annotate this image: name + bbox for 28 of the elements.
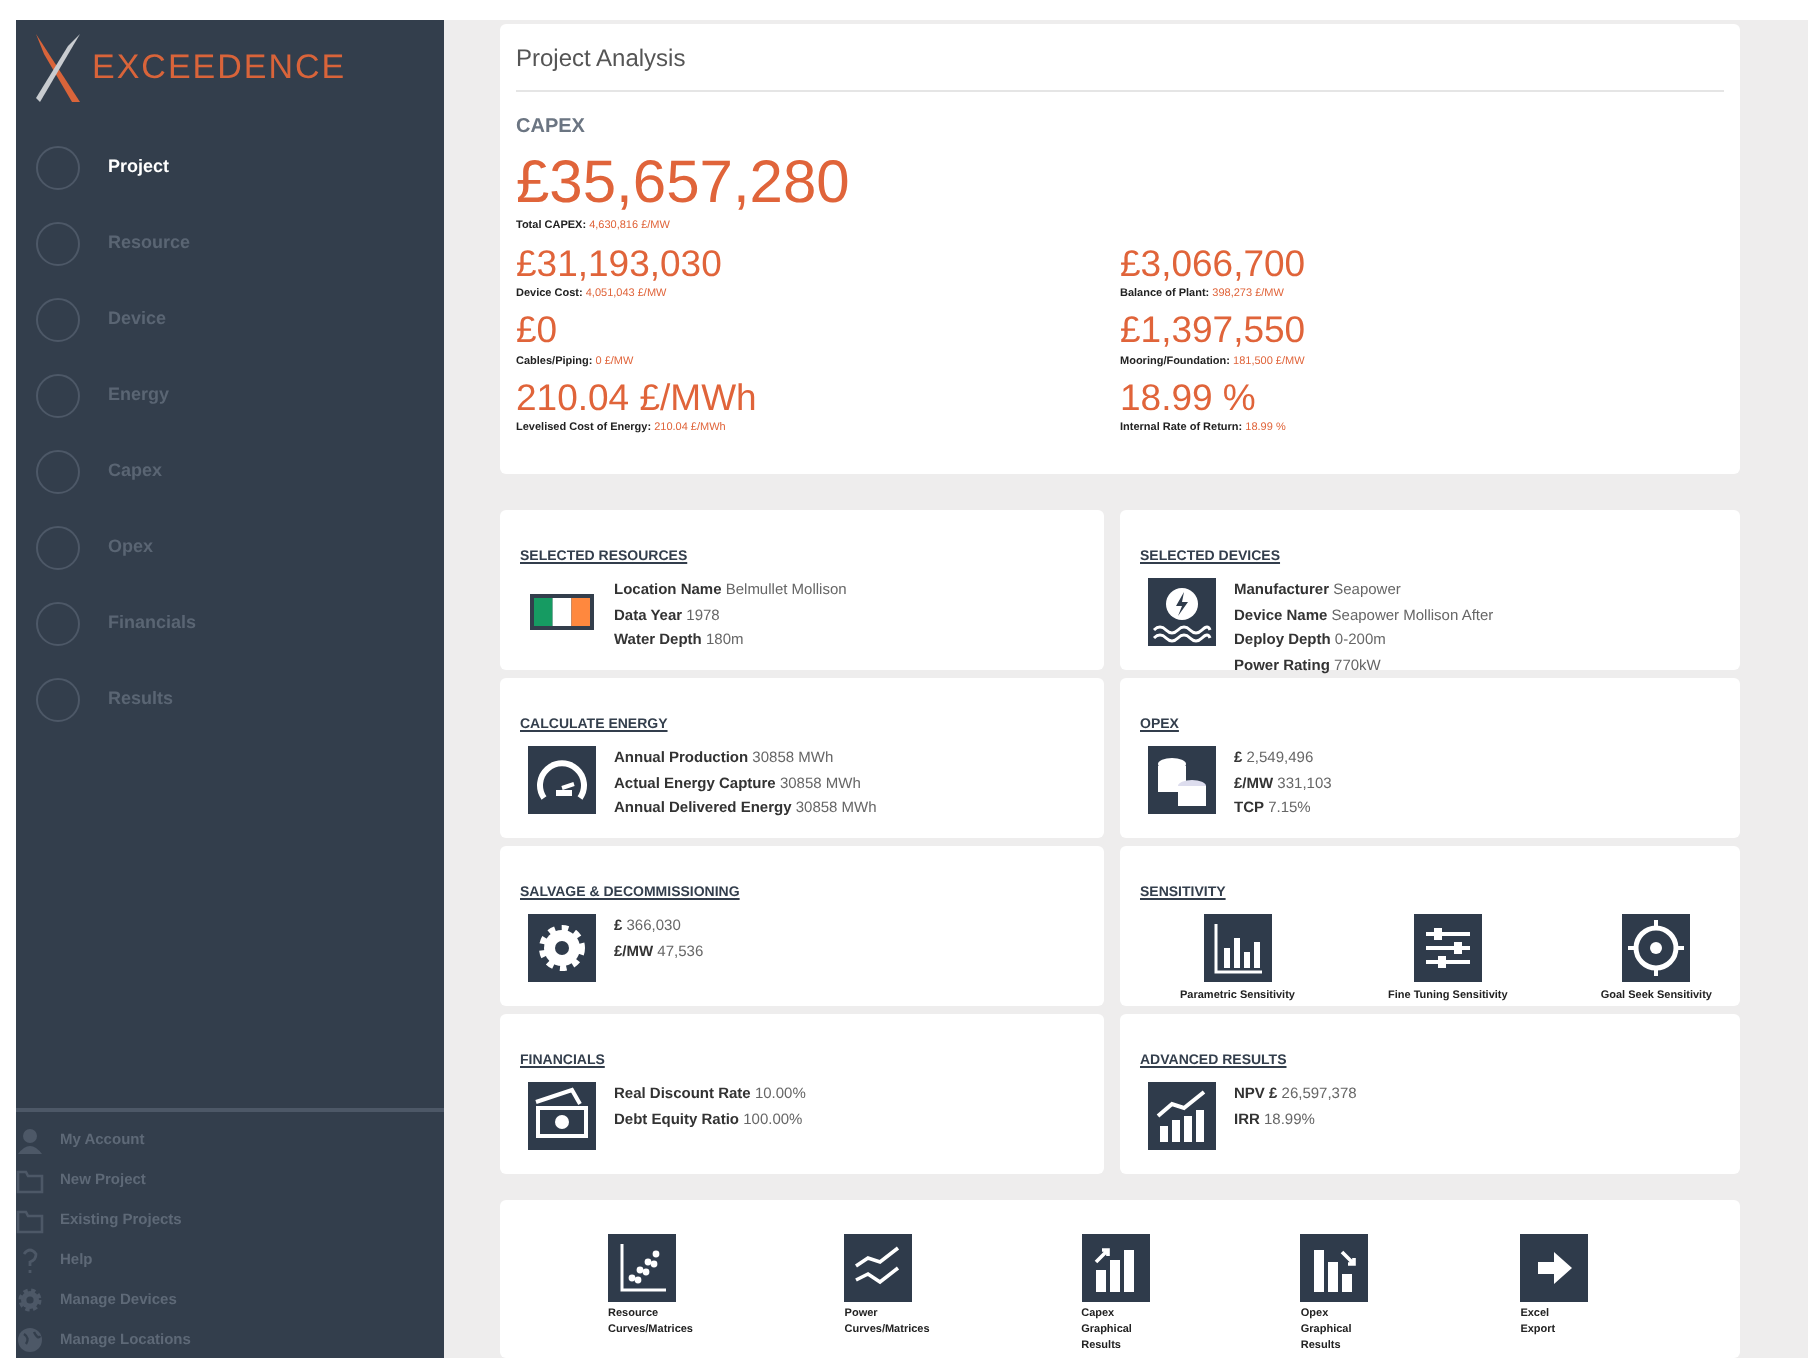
line-chart-icon (844, 1233, 913, 1302)
metric-value: 18.99 % (1120, 377, 1258, 419)
folder-icon (16, 1165, 44, 1193)
sliders-icon (1413, 914, 1482, 983)
metric-value: 210.04 £/MWh (516, 377, 759, 419)
bar-chart-icon (1148, 1082, 1216, 1151)
banknote-icon (528, 1082, 596, 1151)
bar-chart-icon (1300, 1233, 1369, 1302)
metric-value: £3,066,700 (1120, 244, 1308, 285)
logo-text: EXCEEDENCE (92, 46, 347, 91)
turbine-icon (1148, 578, 1216, 647)
coins-icon (1148, 746, 1216, 815)
metric-value: £31,193,030 (516, 244, 724, 285)
target-icon (1622, 914, 1691, 983)
step-tab[interactable]: Project (16, 144, 444, 192)
metric-value: £0 (516, 310, 560, 352)
page-title: Project Analysis (516, 40, 1724, 92)
scatter-chart-icon (608, 1233, 676, 1302)
logo-icon (32, 30, 84, 106)
user-icon (16, 1125, 44, 1153)
bar-chart-icon (1081, 1233, 1150, 1302)
gear-icon (528, 914, 596, 983)
bar-chart-icon (1203, 914, 1272, 983)
folder-icon (16, 1205, 44, 1233)
metric-value: £1,397,550 (1120, 310, 1308, 352)
speedometer-icon (528, 746, 596, 815)
section-heading: CAPEX (516, 114, 587, 142)
metric-value: £35,657,280 (516, 150, 852, 216)
